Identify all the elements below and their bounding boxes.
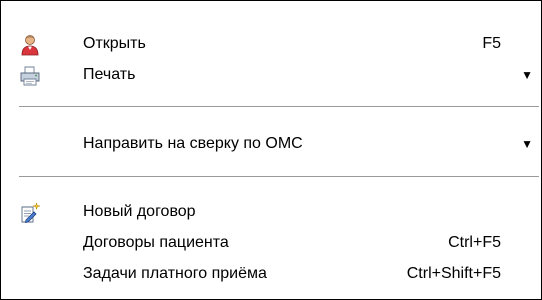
menu-item-label: Задачи платного приёма [83, 265, 267, 282]
submenu-arrow-icon: ▼ [521, 68, 533, 82]
user-icon [19, 34, 41, 56]
submenu-arrow-icon: ▼ [521, 137, 533, 151]
menu-item-send-to-oms-reconciliation[interactable]: Направить на сверку по ОМС ▼ [1, 129, 541, 159]
menu-item-shortcut: Ctrl+F5 [448, 234, 501, 251]
menu-item-shortcut: F5 [482, 35, 501, 52]
menu-item-open[interactable]: Открыть F5 [1, 29, 541, 59]
new-document-icon [19, 202, 41, 224]
menu-item-label: Направить на сверку по ОМС [83, 135, 303, 152]
menu-separator [19, 106, 539, 108]
printer-icon [19, 65, 41, 87]
menu-separator [19, 176, 539, 178]
menu-item-label: Новый договор [83, 203, 196, 220]
menu-item-label: Договоры пациента [83, 234, 229, 251]
menu-item-label: Печать [83, 66, 136, 83]
menu-item-new-contract[interactable]: Новый договор [1, 197, 541, 227]
menu-item-print[interactable]: Печать ▼ [1, 60, 541, 90]
menu-item-shortcut: Ctrl+Shift+F5 [406, 265, 501, 282]
menu-item-label: Открыть [83, 35, 146, 52]
context-menu: Открыть F5 Печать ▼ Направить на сверку … [0, 0, 542, 300]
menu-item-paid-appointment-tasks[interactable]: Задачи платного приёма Ctrl+Shift+F5 [1, 259, 541, 289]
menu-item-patient-contracts[interactable]: Договоры пациента Ctrl+F5 [1, 228, 541, 258]
